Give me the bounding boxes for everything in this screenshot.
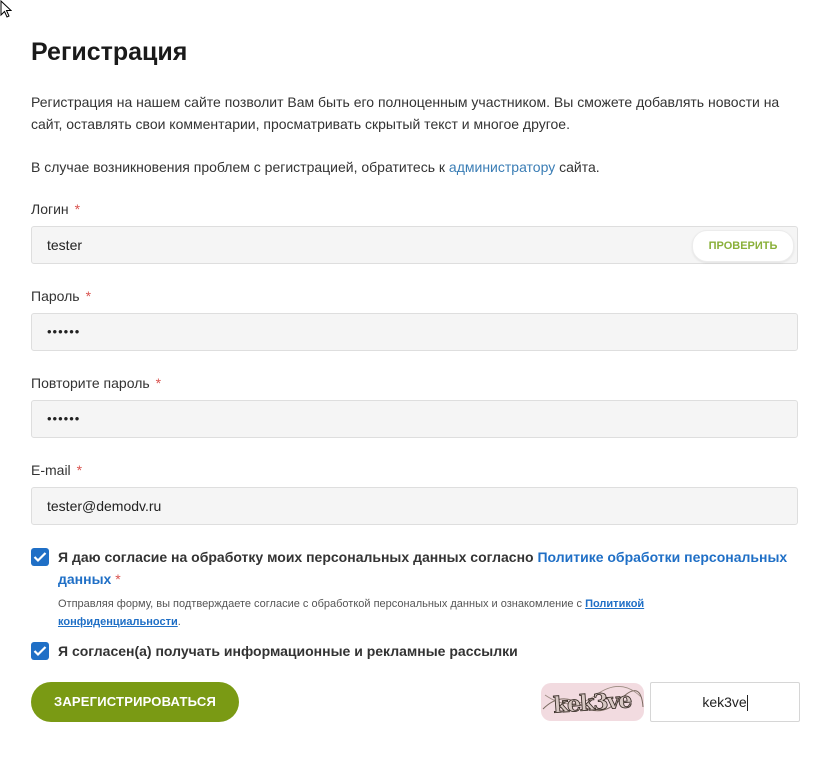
administrator-link[interactable]: администратору	[449, 159, 555, 175]
problem-text-before: В случае возникновения проблем с регистр…	[31, 159, 449, 175]
password-repeat-label-text: Повторите пароль	[31, 375, 150, 391]
intro-text: Регистрация на нашем сайте позволит Вам …	[31, 94, 780, 132]
email-input-value: tester@demodv.ru	[47, 498, 162, 514]
page-title: Регистрация	[31, 38, 188, 66]
consent-checkbox[interactable]	[31, 548, 49, 566]
password-repeat-input-value: ••••••	[47, 411, 81, 426]
checkmark-icon	[33, 552, 47, 563]
newsletter-text: Я согласен(а) получать информационные и …	[58, 643, 518, 659]
mouse-cursor-icon	[0, 0, 12, 18]
password-input-value: ••••••	[47, 324, 81, 339]
login-label: Логин *	[31, 201, 80, 217]
captcha-text: kek3ve	[552, 687, 632, 718]
consent-text: Я даю согласие на обработку моих персона…	[58, 546, 788, 590]
required-marker: *	[155, 375, 162, 391]
login-label-text: Логин	[31, 201, 69, 217]
password-label-text: Пароль	[31, 288, 80, 304]
email-input[interactable]: tester@demodv.ru	[31, 487, 798, 525]
register-button[interactable]: ЗАРЕГИСТРИРОВАТЬСЯ	[31, 682, 239, 722]
login-input-value: tester	[47, 237, 83, 253]
required-marker: *	[115, 571, 121, 587]
required-marker: *	[85, 288, 92, 304]
captcha-input[interactable]: kek3ve	[650, 682, 800, 722]
captcha-noise: kek3ve	[542, 686, 644, 719]
consent-note-text: Отправляя форму, вы подтверждаете соглас…	[58, 598, 586, 610]
problem-text: В случае возникновения проблем с регистр…	[31, 156, 600, 178]
password-repeat-input[interactable]: ••••••	[31, 400, 798, 438]
consent-text-main: Я даю согласие на обработку моих персона…	[58, 549, 538, 565]
password-input[interactable]: ••••••	[31, 313, 798, 351]
email-label-text: E-mail	[31, 462, 71, 478]
captcha-input-value: kek3ve	[702, 694, 747, 710]
email-label: E-mail *	[31, 462, 82, 478]
required-marker: *	[76, 462, 83, 478]
problem-text-after: сайта.	[555, 159, 600, 175]
newsletter-checkbox[interactable]	[31, 642, 49, 660]
consent-note-end: .	[177, 616, 181, 628]
login-input[interactable]: tester ПРОВЕРИТЬ	[31, 226, 798, 264]
required-marker: *	[74, 201, 81, 217]
password-repeat-label: Повторите пароль *	[31, 375, 161, 391]
checkmark-icon	[33, 646, 47, 657]
consent-note: Отправляя форму, вы подтверждаете соглас…	[58, 595, 758, 631]
text-caret	[746, 695, 748, 712]
password-label: Пароль *	[31, 288, 91, 304]
check-login-button[interactable]: ПРОВЕРИТЬ	[692, 230, 794, 262]
captcha-image: kek3ve	[541, 683, 644, 721]
